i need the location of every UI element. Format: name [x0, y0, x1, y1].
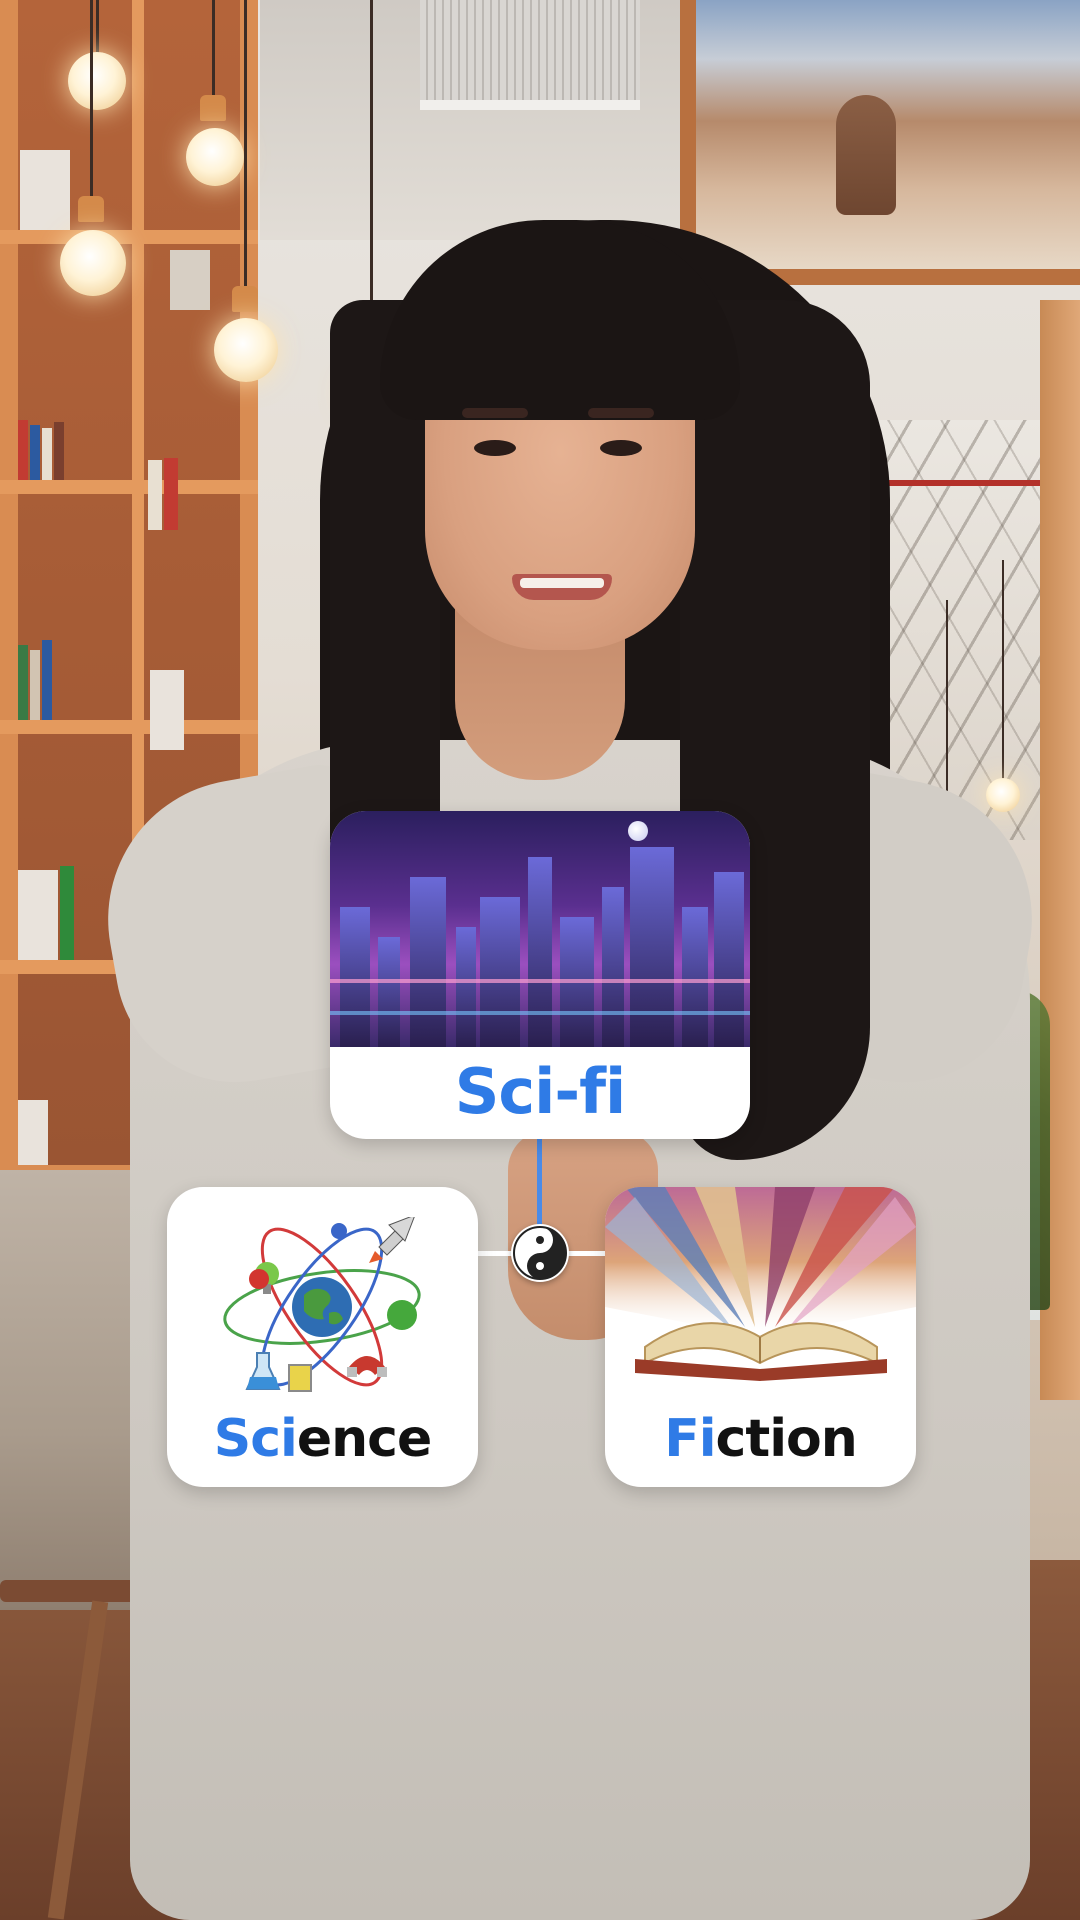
- teeth: [520, 578, 604, 588]
- light-bridge: [330, 979, 750, 983]
- tower: [340, 907, 370, 1047]
- scifi-label-highlight: Sci-fi: [454, 1055, 627, 1128]
- eyebrow-left: [462, 408, 528, 418]
- tower: [456, 927, 476, 1047]
- fiction-label-highlight: Fi: [664, 1409, 716, 1469]
- tower: [528, 857, 552, 1047]
- science-label: Science: [167, 1409, 478, 1469]
- eye-right: [600, 440, 642, 456]
- tower: [682, 907, 708, 1047]
- yin-yang-badge: [511, 1224, 569, 1282]
- scene: Sci-fi Science Fiction: [0, 0, 1080, 1920]
- tower: [410, 877, 446, 1047]
- scifi-label: Sci-fi: [330, 1055, 750, 1128]
- eye-left: [474, 440, 516, 456]
- yin-yang-icon: [513, 1226, 567, 1280]
- science-card: Science: [167, 1187, 478, 1487]
- science-label-rest: ence: [296, 1409, 432, 1469]
- moon-icon: [628, 821, 648, 841]
- tower: [602, 887, 624, 1047]
- fiction-label-rest: ction: [715, 1409, 858, 1469]
- scifi-card: Sci-fi: [330, 811, 750, 1139]
- tower: [480, 897, 520, 1047]
- fiction-label: Fiction: [605, 1409, 916, 1469]
- fiction-card: Fiction: [605, 1187, 916, 1487]
- open-book-icon: [605, 1187, 916, 1381]
- tower: [630, 847, 674, 1047]
- science-label-highlight: Sci: [213, 1409, 298, 1469]
- eyebrow-right: [588, 408, 654, 418]
- connector-vertical: [537, 1139, 542, 1229]
- futuristic-city-image: [330, 811, 750, 1047]
- atom-science-icon: [223, 1217, 421, 1392]
- light-bridge: [330, 1011, 750, 1015]
- tower: [714, 872, 744, 1047]
- tower: [378, 937, 400, 1047]
